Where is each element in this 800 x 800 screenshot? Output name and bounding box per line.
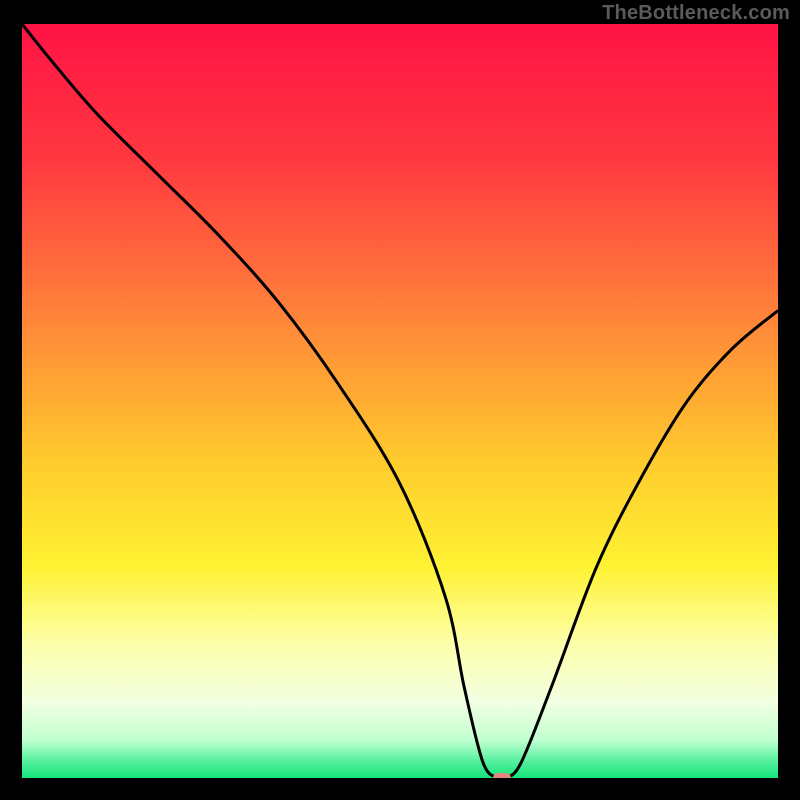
chart-container: TheBottleneck.com <box>0 0 800 800</box>
watermark-text: TheBottleneck.com <box>602 2 790 25</box>
bottleneck-curve <box>22 24 778 778</box>
plot-area <box>22 24 778 778</box>
optimal-point-marker <box>493 773 511 778</box>
curve-path <box>22 24 778 778</box>
